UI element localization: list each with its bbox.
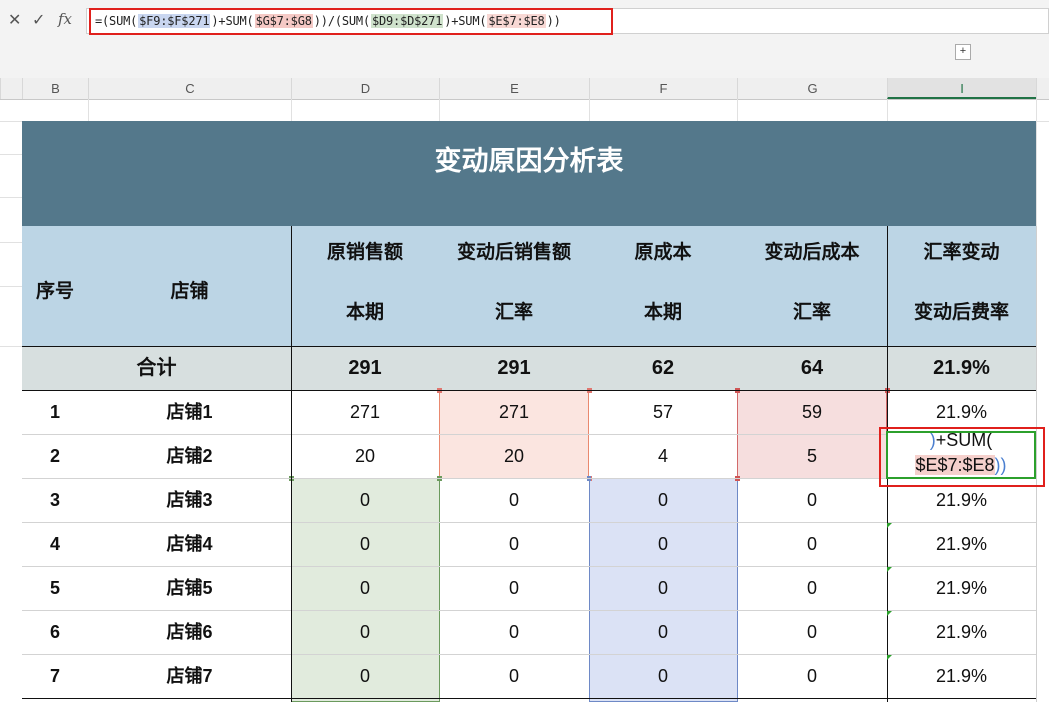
column-header-next[interactable] (1036, 78, 1049, 99)
row7-i[interactable]: 21.9% (887, 654, 1036, 698)
header-d-top: 原销售额 (326, 242, 403, 263)
row5-i[interactable]: 21.9% (887, 566, 1036, 610)
row5-seq[interactable]: 5 (22, 566, 88, 610)
sheet-title: 变动原因分析表 (22, 121, 1036, 226)
row5-g[interactable]: 0 (737, 566, 887, 610)
total-d[interactable]: 291 (291, 346, 439, 390)
row3-e[interactable]: 0 (439, 478, 589, 522)
confirm-icon[interactable]: ✓ (32, 10, 45, 29)
header-f-top: 原成本 (634, 242, 692, 263)
row1-e[interactable]: 271 (439, 390, 589, 434)
row4-d[interactable]: 0 (291, 522, 439, 566)
row6-seq[interactable]: 6 (22, 610, 88, 654)
row4-e[interactable]: 0 (439, 522, 589, 566)
row4-i[interactable]: 21.9% (887, 522, 1036, 566)
row6-e[interactable]: 0 (439, 610, 589, 654)
row6-d[interactable]: 0 (291, 610, 439, 654)
header-i-top: 汇率变动 (923, 242, 1000, 263)
row6-store[interactable]: 店铺6 (88, 610, 291, 654)
total-e[interactable]: 291 (439, 346, 589, 390)
header-g-bottom: 汇率 (792, 302, 831, 323)
insert-function-icon[interactable]: fx (58, 10, 72, 28)
error-indicator-icon (887, 523, 892, 528)
row4-f[interactable]: 0 (589, 522, 737, 566)
row5-e[interactable]: 0 (439, 566, 589, 610)
total-f[interactable]: 62 (589, 346, 737, 390)
column-header-e[interactable]: E (439, 78, 589, 99)
error-indicator-icon (887, 611, 892, 616)
row5-store[interactable]: 店铺5 (88, 566, 291, 610)
header-seq: 序号 (35, 281, 74, 302)
total-g[interactable]: 64 (737, 346, 887, 390)
column-header-i[interactable]: I (887, 78, 1036, 99)
row3-f[interactable]: 0 (589, 478, 737, 522)
formula-bar: ✕ ✓ fx =(SUM($F9:$F$271)+SUM($G$7:$G8))/… (0, 0, 1049, 79)
row1-seq[interactable]: 1 (22, 390, 88, 434)
row3-g[interactable]: 0 (737, 478, 887, 522)
row3-d[interactable]: 0 (291, 478, 439, 522)
header-e-top: 变动后销售额 (456, 242, 571, 263)
row7-e[interactable]: 0 (439, 654, 589, 698)
header-f-bottom: 本期 (643, 302, 682, 323)
row4-seq[interactable]: 4 (22, 522, 88, 566)
total-i[interactable]: 21.9% (887, 346, 1036, 390)
formula-annotation-box (89, 8, 613, 35)
cancel-icon[interactable]: ✕ (8, 10, 21, 29)
row7-g[interactable]: 0 (737, 654, 887, 698)
column-header-d[interactable]: D (291, 78, 439, 99)
row2-e[interactable]: 20 (439, 434, 589, 478)
error-indicator-icon (887, 655, 892, 660)
header-store: 店铺 (170, 281, 209, 302)
row7-seq[interactable]: 7 (22, 654, 88, 698)
header-i-bottom: 变动后费率 (913, 302, 1009, 323)
column-header-b[interactable]: B (22, 78, 88, 99)
header-e-bottom: 汇率 (494, 302, 533, 323)
row2-store[interactable]: 店铺2 (88, 434, 291, 478)
row2-seq[interactable]: 2 (22, 434, 88, 478)
row7-d[interactable]: 0 (291, 654, 439, 698)
row7-f[interactable]: 0 (589, 654, 737, 698)
row7-store[interactable]: 店铺7 (88, 654, 291, 698)
total-label[interactable]: 合计 (22, 346, 291, 390)
row2-g[interactable]: 5 (737, 434, 887, 478)
row6-g[interactable]: 0 (737, 610, 887, 654)
row1-store[interactable]: 店铺1 (88, 390, 291, 434)
column-header-g[interactable]: G (737, 78, 887, 99)
row1-f[interactable]: 57 (589, 390, 737, 434)
row2-f[interactable]: 4 (589, 434, 737, 478)
row3-seq[interactable]: 3 (22, 478, 88, 522)
row6-i[interactable]: 21.9% (887, 610, 1036, 654)
row4-g[interactable]: 0 (737, 522, 887, 566)
expand-formula-bar-button[interactable]: + (955, 44, 971, 60)
row5-d[interactable]: 0 (291, 566, 439, 610)
column-header-f[interactable]: F (589, 78, 737, 99)
row1-d[interactable]: 271 (291, 390, 439, 434)
row3-store[interactable]: 店铺3 (88, 478, 291, 522)
header-g-top: 变动后成本 (764, 242, 860, 263)
row6-f[interactable]: 0 (589, 610, 737, 654)
editor-annotation-box (879, 427, 1045, 487)
column-header-bar: B C D E F G I (0, 78, 1049, 100)
row5-f[interactable]: 0 (589, 566, 737, 610)
row4-store[interactable]: 店铺4 (88, 522, 291, 566)
row2-d[interactable]: 20 (291, 434, 439, 478)
select-all-corner[interactable] (0, 78, 22, 99)
header-d-bottom: 本期 (345, 302, 384, 323)
column-header-c[interactable]: C (88, 78, 291, 99)
row1-g[interactable]: 59 (737, 390, 887, 434)
error-indicator-icon (887, 567, 892, 572)
